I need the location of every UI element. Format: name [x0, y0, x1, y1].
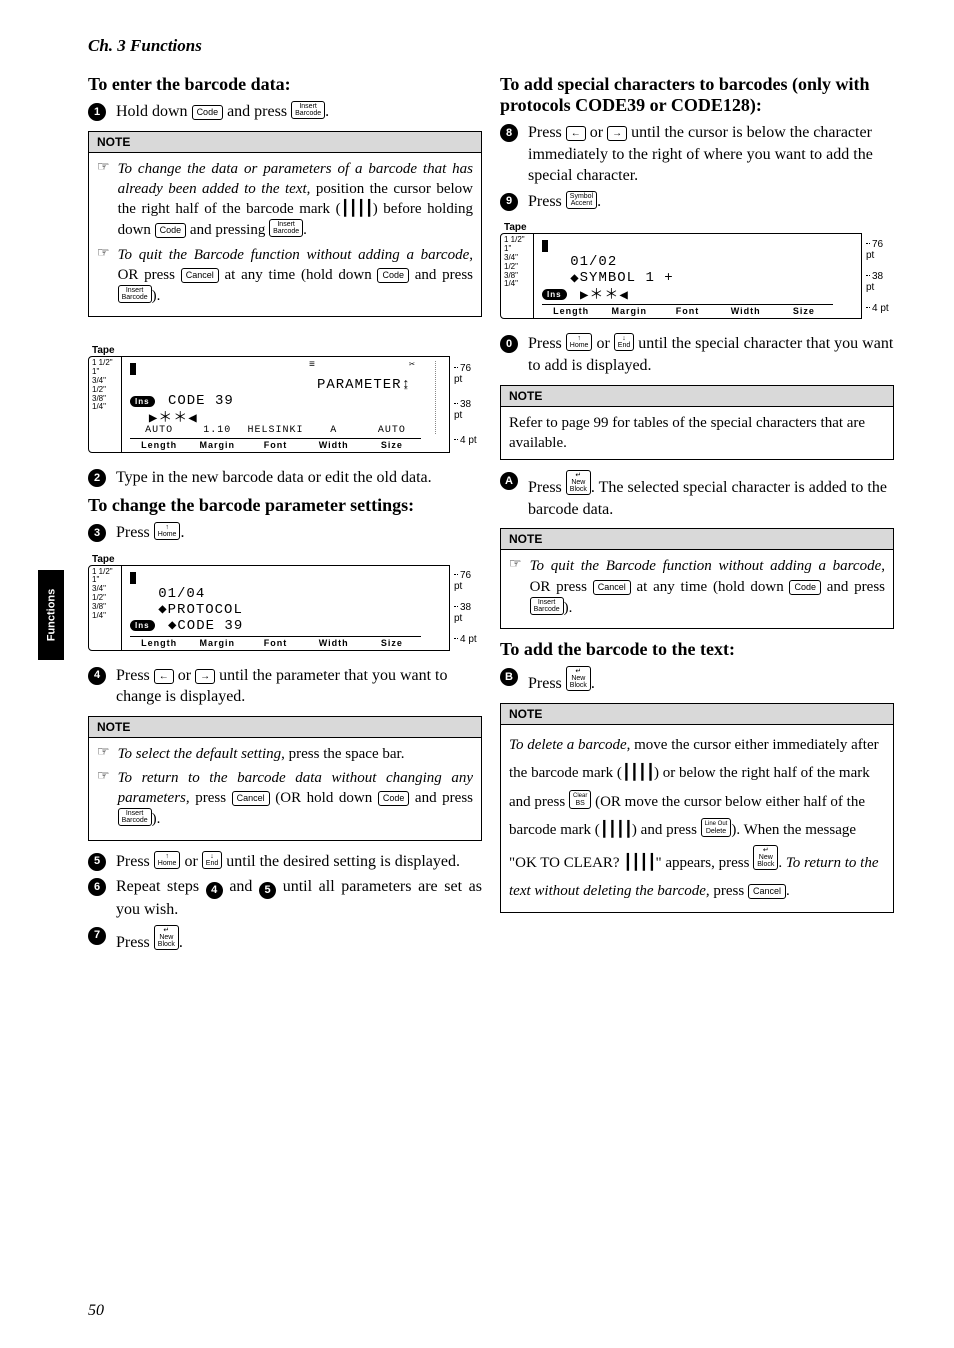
section-enter-barcode: To enter the barcode data: — [88, 74, 482, 95]
key-cancel: Cancel — [593, 580, 631, 595]
pointer-icon: ☞ — [97, 744, 110, 764]
key-end: ↓End — [202, 851, 222, 869]
key-symbol-accent: SymbolAccent — [566, 191, 597, 209]
key-new-block: ↵NewBlock — [566, 470, 591, 495]
barcode-mark-icon: ┃┃┃┃ — [600, 816, 632, 845]
page-number: 50 — [88, 1302, 104, 1320]
key-home: ↑Home — [154, 851, 181, 869]
key-code: Code — [789, 580, 821, 595]
step-2: 2Type in the new barcode data or edit th… — [88, 467, 482, 489]
note-box-2: NOTE ☞To select the default setting, pre… — [88, 716, 482, 841]
tape-sizes: 1 1/2"1"3/4"1/2"3/8"1/4" — [88, 565, 122, 651]
key-home: ↑Home — [154, 522, 181, 540]
step-5: 5 Press ↑Home or ↓End until the desired … — [88, 851, 482, 873]
pointer-icon: ☞ — [97, 768, 110, 830]
key-new-block: ↵NewBlock — [566, 666, 591, 691]
note-box-3: NOTE Refer to page 99 for tables of the … — [500, 385, 894, 461]
key-insert-barcode: InsertBarcode — [269, 219, 303, 237]
lcd-display-3: Tape 1 1/2"1"3/4"1/2"3/8"1/4" 01/02 ◆ SY… — [500, 222, 894, 319]
note-box-5: NOTE To delete a barcode, move the curso… — [500, 703, 894, 913]
key-code: Code — [192, 105, 224, 120]
key-insert-barcode: InsertBarcode — [118, 285, 152, 303]
section-special-chars: To add special characters to barcodes (o… — [500, 74, 894, 116]
step-7: 7 Press ↵NewBlock. — [88, 925, 482, 954]
step-4: 4 Press ← or → until the parameter that … — [88, 665, 482, 708]
key-left: ← — [154, 669, 174, 684]
key-insert-barcode: InsertBarcode — [118, 808, 152, 826]
pointer-icon: ☞ — [97, 159, 110, 241]
key-code: Code — [377, 268, 409, 283]
barcode-mark-icon: ┃┃┃┃ — [341, 199, 373, 219]
pointer-icon: ☞ — [509, 556, 522, 618]
left-column: To enter the barcode data: 1 Hold down C… — [88, 68, 482, 957]
note-heading: NOTE — [89, 132, 481, 153]
key-delete: Line OutDelete — [701, 818, 732, 837]
key-insert-barcode: InsertBarcode — [291, 101, 325, 119]
lcd-display-1: Tape 1 1/2"1"3/4"1/2"3/8"1/4" ≡ ✂ PARAME… — [88, 345, 482, 453]
step-3: 3 Press ↑Home. — [88, 522, 482, 544]
key-left: ← — [566, 126, 586, 141]
key-right: → — [195, 669, 215, 684]
key-cancel: Cancel — [181, 268, 219, 283]
barcode-mark-icon: ┃┃┃┃ — [623, 849, 655, 878]
key-insert-barcode: InsertBarcode — [530, 597, 564, 615]
step-10: 0 Press ↑Home or ↓End until the special … — [500, 333, 894, 376]
step-9: 9 Press SymbolAccent. — [500, 191, 894, 213]
step-8: 8 Press ← or → until the cursor is below… — [500, 122, 894, 187]
step-6: 6 Repeat steps 4 and 5 until all paramet… — [88, 876, 482, 921]
key-bs: ClearBS — [569, 790, 591, 809]
right-column: To add special characters to barcodes (o… — [500, 68, 894, 957]
tape-sizes: 1 1/2"1"3/4"1/2"3/8"1/4" — [88, 356, 122, 453]
side-tab: Functions — [38, 570, 64, 660]
step-11: A Press ↵NewBlock. The selected special … — [500, 470, 894, 520]
tape-sizes: 1 1/2"1"3/4"1/2"3/8"1/4" — [500, 233, 534, 319]
step-1: 1 Hold down Code and press InsertBarcode… — [88, 101, 482, 123]
pointer-icon: ☞ — [97, 245, 110, 307]
barcode-mark-icon: ┃┃┃┃ — [622, 759, 654, 788]
key-home: ↑Home — [566, 333, 593, 351]
note-box-4: NOTE ☞To quit the Barcode function witho… — [500, 528, 894, 629]
section-change-params: To change the barcode parameter settings… — [88, 495, 482, 516]
key-right: → — [607, 126, 627, 141]
key-new-block: ↵NewBlock — [753, 845, 778, 870]
key-cancel: Cancel — [232, 791, 270, 806]
key-code: Code — [378, 791, 410, 806]
chapter-heading: Ch. 3 Functions — [88, 36, 894, 56]
step-12: B Press ↵NewBlock. — [500, 666, 894, 695]
key-code: Code — [155, 223, 187, 238]
key-end: ↓End — [614, 333, 634, 351]
key-new-block: ↵NewBlock — [154, 925, 179, 950]
note-box-1: NOTE ☞ To change the data or parameters … — [88, 131, 482, 318]
section-add-barcode: To add the barcode to the text: — [500, 639, 894, 660]
lcd-display-2: Tape 1 1/2"1"3/4"1/2"3/8"1/4" 01/04 ◆ PR… — [88, 554, 482, 651]
key-cancel: Cancel — [748, 884, 786, 899]
